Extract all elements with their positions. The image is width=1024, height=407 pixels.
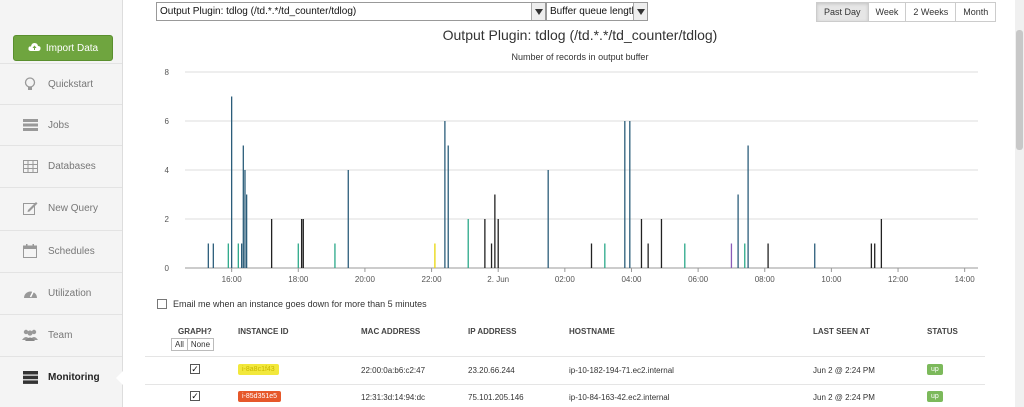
y-tick-label: 0: [165, 264, 170, 273]
sidebar-item-team[interactable]: Team: [0, 314, 122, 355]
lightbulb-icon: [22, 76, 38, 92]
x-tick-label: 06:00: [688, 275, 709, 284]
sidebar-item-label: Team: [48, 329, 73, 341]
list-icon: [22, 117, 38, 133]
chevron-down-icon: [633, 3, 647, 20]
y-tick-label: 2: [165, 215, 170, 224]
x-tick-label: 08:00: [755, 275, 776, 284]
ip-address-cell: 75.101.205.146: [468, 393, 524, 402]
x-tick-label: 18:00: [288, 275, 309, 284]
sidebar-item-utilization[interactable]: Utilization: [0, 272, 122, 313]
email-alert-checkbox[interactable]: [157, 299, 167, 309]
x-tick-label: 2. Jun: [487, 275, 509, 284]
sidebar-item-label: Utilization: [48, 287, 92, 299]
graph-checkbox[interactable]: ✓: [190, 364, 200, 374]
active-indicator: [116, 371, 123, 385]
select-none-button[interactable]: None: [186, 338, 215, 351]
column-header-hostname: HOSTNAME: [569, 327, 615, 336]
import-data-label: Import Data: [45, 42, 99, 54]
range-month-button[interactable]: Month: [955, 2, 997, 22]
time-range-group: Past Day Week 2 Weeks Month: [816, 2, 997, 22]
x-tick-label: 20:00: [355, 275, 376, 284]
range-week-button[interactable]: Week: [867, 2, 907, 22]
calendar-icon: [22, 243, 38, 259]
status-badge: up: [927, 391, 943, 402]
column-header-instance-id: INSTANCE ID: [238, 327, 289, 336]
sidebar-item-label: New Query: [48, 202, 99, 214]
instance-id-badge[interactable]: i-85d351e5: [238, 391, 282, 402]
metric-select-value: Buffer queue length: [550, 6, 638, 17]
select-all-button[interactable]: All: [171, 338, 188, 351]
column-header-graph: GRAPH?: [178, 327, 212, 336]
ip-address-cell: 23.20.66.244: [468, 366, 515, 375]
sidebar-item-quickstart[interactable]: Quickstart: [0, 63, 122, 104]
range-past-day-button[interactable]: Past Day: [816, 2, 869, 22]
chart-subtitle: Number of records in output buffer: [511, 52, 649, 62]
scrollbar-thumb[interactable]: [1016, 30, 1023, 150]
column-header-last-seen: LAST SEEN AT: [813, 327, 870, 336]
graph-checkbox[interactable]: ✓: [190, 391, 200, 401]
instance-id-badge[interactable]: i-8a8c1f43: [238, 364, 279, 375]
sidebar-item-label: Schedules: [48, 245, 95, 257]
chart-title: Output Plugin: tdlog (/td.*.*/td_counter…: [442, 27, 718, 43]
team-icon: [22, 327, 38, 343]
y-tick-label: 4: [165, 166, 170, 175]
sidebar-item-new-query[interactable]: New Query: [0, 187, 122, 228]
email-alert-row: Email me when an instance goes down for …: [157, 299, 427, 309]
row-divider: [145, 384, 985, 385]
mac-address-cell: 22:00:0a:b6:c2:47: [361, 366, 426, 375]
column-header-status: STATUS: [927, 327, 958, 336]
sidebar-item-label: Databases: [48, 160, 96, 172]
range-2-weeks-button[interactable]: 2 Weeks: [905, 2, 957, 22]
x-tick-label: 14:00: [955, 275, 976, 284]
sidebar-item-label: Monitoring: [48, 371, 100, 383]
sidebar-item-databases[interactable]: Databases: [0, 145, 122, 186]
chevron-down-icon: [531, 3, 545, 20]
cloud-upload-icon: [28, 42, 41, 55]
x-tick-label: 02:00: [555, 275, 576, 284]
last-seen-cell: Jun 2 @ 2:24 PM: [813, 393, 875, 402]
row-divider: [145, 356, 985, 357]
sidebar-item-monitoring[interactable]: Monitoring: [0, 356, 123, 397]
y-tick-label: 6: [165, 117, 170, 126]
x-tick-label: 12:00: [888, 275, 909, 284]
monitoring-page: Import Data Quickstart Jobs Databases Ne…: [0, 0, 1024, 407]
y-tick-label: 8: [165, 68, 170, 77]
last-seen-cell: Jun 2 @ 2:24 PM: [813, 366, 875, 375]
graph-select-group: All None: [171, 338, 215, 351]
hostname-cell: ip-10-84-163-42.ec2.internal: [569, 393, 670, 402]
metric-select[interactable]: Buffer queue length: [546, 2, 648, 21]
column-header-mac-address: MAC ADDRESS: [361, 327, 421, 336]
hostname-cell: ip-10-182-194-71.ec2.internal: [569, 366, 674, 375]
sidebar-item-schedules[interactable]: Schedules: [0, 230, 122, 271]
output-plugin-select[interactable]: Output Plugin: tdlog (/td.*.*/td_counter…: [156, 2, 546, 21]
gauge-icon: [22, 285, 38, 301]
column-header-ip-address: IP ADDRESS: [468, 327, 517, 336]
import-data-button[interactable]: Import Data: [13, 35, 113, 61]
sidebar-item-label: Quickstart: [48, 78, 94, 90]
server-icon: [22, 369, 38, 385]
table-icon: [22, 158, 38, 174]
x-tick-label: 22:00: [422, 275, 443, 284]
x-tick-label: 16:00: [222, 275, 243, 284]
page-scrollbar[interactable]: [1015, 0, 1024, 407]
sidebar-item-jobs[interactable]: Jobs: [0, 104, 122, 145]
buffer-chart: 0 2 4 6 8 16:00 18:00 20:00 22:00 2. Jun 02:00 04:0…: [165, 68, 978, 284]
x-tick-label: 04:00: [621, 275, 642, 284]
mac-address-cell: 12:31:3d:14:94:dc: [361, 393, 426, 402]
sidebar: Import Data Quickstart Jobs Databases Ne…: [0, 0, 123, 407]
edit-icon: [22, 200, 38, 216]
status-badge: up: [927, 364, 943, 375]
email-alert-label: Email me when an instance goes down for …: [173, 299, 427, 309]
sidebar-item-label: Jobs: [48, 119, 70, 131]
x-tick-label: 10:00: [821, 275, 842, 284]
output-plugin-select-value: Output Plugin: tdlog (/td.*.*/td_counter…: [160, 6, 357, 17]
